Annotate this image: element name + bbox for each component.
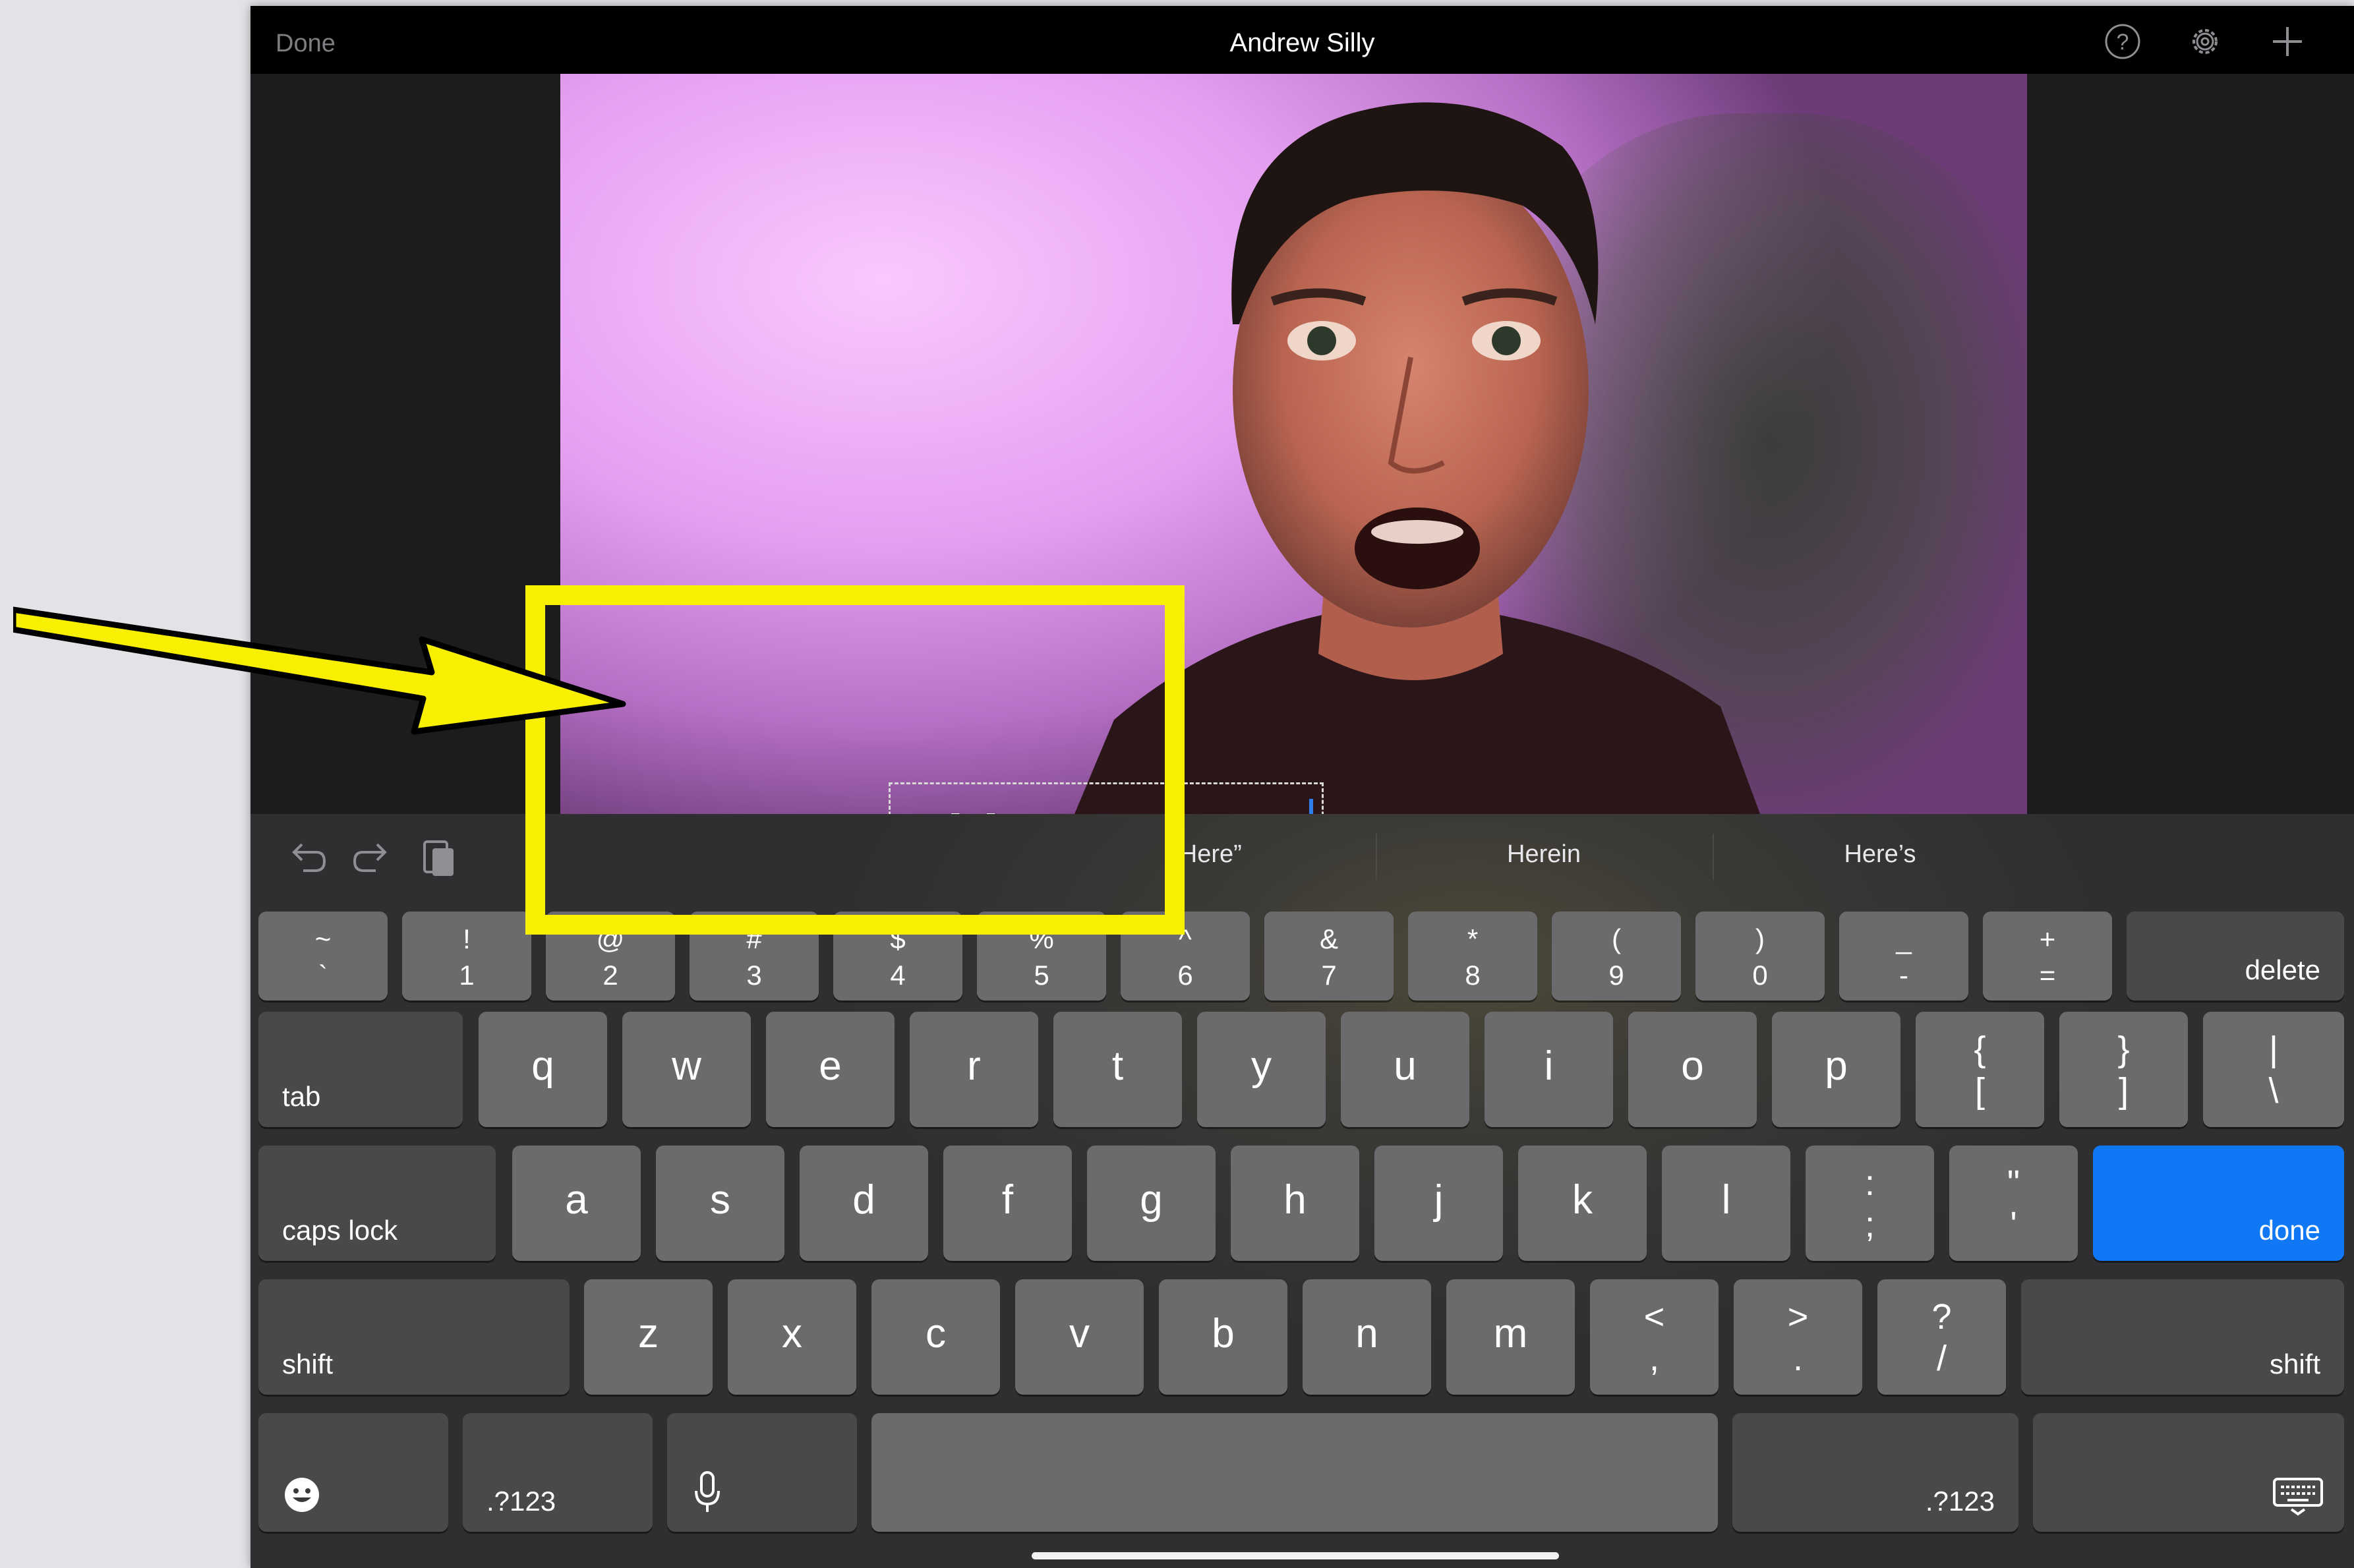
key-x[interactable]: x <box>728 1279 856 1395</box>
redo-icon[interactable] <box>349 834 396 880</box>
shift-key-right[interactable]: shift <box>2021 1279 2344 1395</box>
key-backslash[interactable]: | \ <box>2203 1012 2344 1127</box>
microphone-icon <box>695 1471 720 1512</box>
key-0[interactable]: ) 0 <box>1695 912 1825 1001</box>
key-9[interactable]: (9 <box>1552 912 1681 1001</box>
ipad-screen: Done Andrew Silly ? “Here” Herein Here’s… <box>250 6 2354 1568</box>
emoji-icon <box>285 1478 319 1512</box>
key-equals[interactable]: + = <box>1983 912 2112 1001</box>
key-g[interactable]: g <box>1087 1146 1216 1261</box>
key-v[interactable]: v <box>1015 1279 1144 1395</box>
svg-text:?: ? <box>2117 30 2129 55</box>
key-y[interactable]: y <box>1197 1012 1326 1127</box>
onscreen-keyboard: “Here” Herein Here’s ~ ` ! 1 @2 #3 $4 % 5 ^… <box>250 814 2354 1568</box>
numbers-key-right[interactable]: .?123 <box>1732 1413 2018 1532</box>
suggestion-3[interactable]: Here’s <box>1715 840 2045 869</box>
key-4[interactable]: $4 <box>833 912 962 1001</box>
numbers-key-left[interactable]: .?123 <box>463 1413 653 1532</box>
key-less-than[interactable]: <, <box>1590 1279 1719 1395</box>
key-r[interactable]: r <box>910 1012 1038 1127</box>
suggestion-2[interactable]: Herein <box>1379 840 1709 869</box>
key-3[interactable]: #3 <box>690 912 819 1001</box>
person-image <box>1074 102 1760 814</box>
key-u[interactable]: u <box>1341 1012 1469 1127</box>
key-n[interactable]: n <box>1303 1279 1431 1395</box>
key-w[interactable]: w <box>622 1012 751 1127</box>
key-t[interactable]: t <box>1053 1012 1182 1127</box>
key-q[interactable]: q <box>479 1012 607 1127</box>
key-greater-than[interactable]: >. <box>1734 1279 1862 1395</box>
key-c[interactable]: c <box>871 1279 1000 1395</box>
key-e[interactable]: e <box>766 1012 895 1127</box>
key-question[interactable]: ? / <box>1877 1279 2006 1395</box>
key-m[interactable]: m <box>1446 1279 1575 1395</box>
key-right-brace[interactable]: }] <box>2059 1012 2188 1127</box>
settings-gear-icon[interactable] <box>2185 22 2225 61</box>
video-viewer: Title Text Here <box>250 74 2354 880</box>
key-h[interactable]: h <box>1231 1146 1359 1261</box>
key-o[interactable]: o <box>1628 1012 1757 1127</box>
divider <box>1713 834 1714 880</box>
key-a[interactable]: a <box>512 1146 641 1261</box>
key-z[interactable]: z <box>584 1279 713 1395</box>
key-7[interactable]: & 7 <box>1264 912 1394 1001</box>
key-j[interactable]: j <box>1374 1146 1503 1261</box>
key-colon[interactable]: :; <box>1806 1146 1934 1261</box>
home-indicator[interactable] <box>1032 1552 1559 1559</box>
key-6[interactable]: ^ 6 <box>1121 912 1250 1001</box>
key-quote[interactable]: " ' <box>1949 1146 2078 1261</box>
key-tilde[interactable]: ~ ` <box>258 912 388 1001</box>
key-i[interactable]: i <box>1485 1012 1613 1127</box>
undo-icon[interactable] <box>283 834 330 880</box>
key-5[interactable]: % 5 <box>977 912 1106 1001</box>
key-2[interactable]: @2 <box>546 912 675 1001</box>
emoji-key[interactable] <box>258 1413 448 1532</box>
key-k[interactable]: k <box>1518 1146 1647 1261</box>
key-1[interactable]: ! 1 <box>402 912 531 1001</box>
key-minus[interactable]: _ - <box>1839 912 1968 1001</box>
key-left-brace[interactable]: {[ <box>1916 1012 2044 1127</box>
key-p[interactable]: p <box>1772 1012 1900 1127</box>
caps-lock-key[interactable]: caps lock <box>258 1146 496 1261</box>
suggestion-bar: “Here” Herein Here’s <box>250 814 2354 900</box>
shift-key-left[interactable]: shift <box>258 1279 570 1395</box>
dismiss-keyboard-key[interactable] <box>2033 1413 2344 1532</box>
paste-icon[interactable] <box>415 834 461 880</box>
dismiss-keyboard-icon <box>2273 1478 2323 1516</box>
suggestion-1[interactable]: “Here” <box>1042 840 1371 869</box>
tab-key[interactable]: tab <box>258 1012 463 1127</box>
divider <box>1376 834 1377 880</box>
key-d[interactable]: d <box>800 1146 928 1261</box>
video-frame[interactable] <box>560 74 2027 814</box>
help-icon[interactable]: ? <box>2103 22 2142 61</box>
top-bar: Done Andrew Silly ? <box>250 6 2354 74</box>
key-8[interactable]: * 8 <box>1408 912 1537 1001</box>
key-f[interactable]: f <box>943 1146 1072 1261</box>
key-l[interactable]: l <box>1662 1146 1790 1261</box>
key-s[interactable]: s <box>656 1146 784 1261</box>
key-b[interactable]: b <box>1159 1279 1287 1395</box>
done-key[interactable]: done <box>2093 1146 2344 1261</box>
dictation-key[interactable] <box>667 1413 857 1532</box>
add-icon[interactable] <box>2268 22 2307 61</box>
project-title: Andrew Silly <box>1229 28 1375 57</box>
space-bar[interactable] <box>871 1413 1718 1532</box>
delete-key[interactable]: delete <box>2127 912 2344 1001</box>
